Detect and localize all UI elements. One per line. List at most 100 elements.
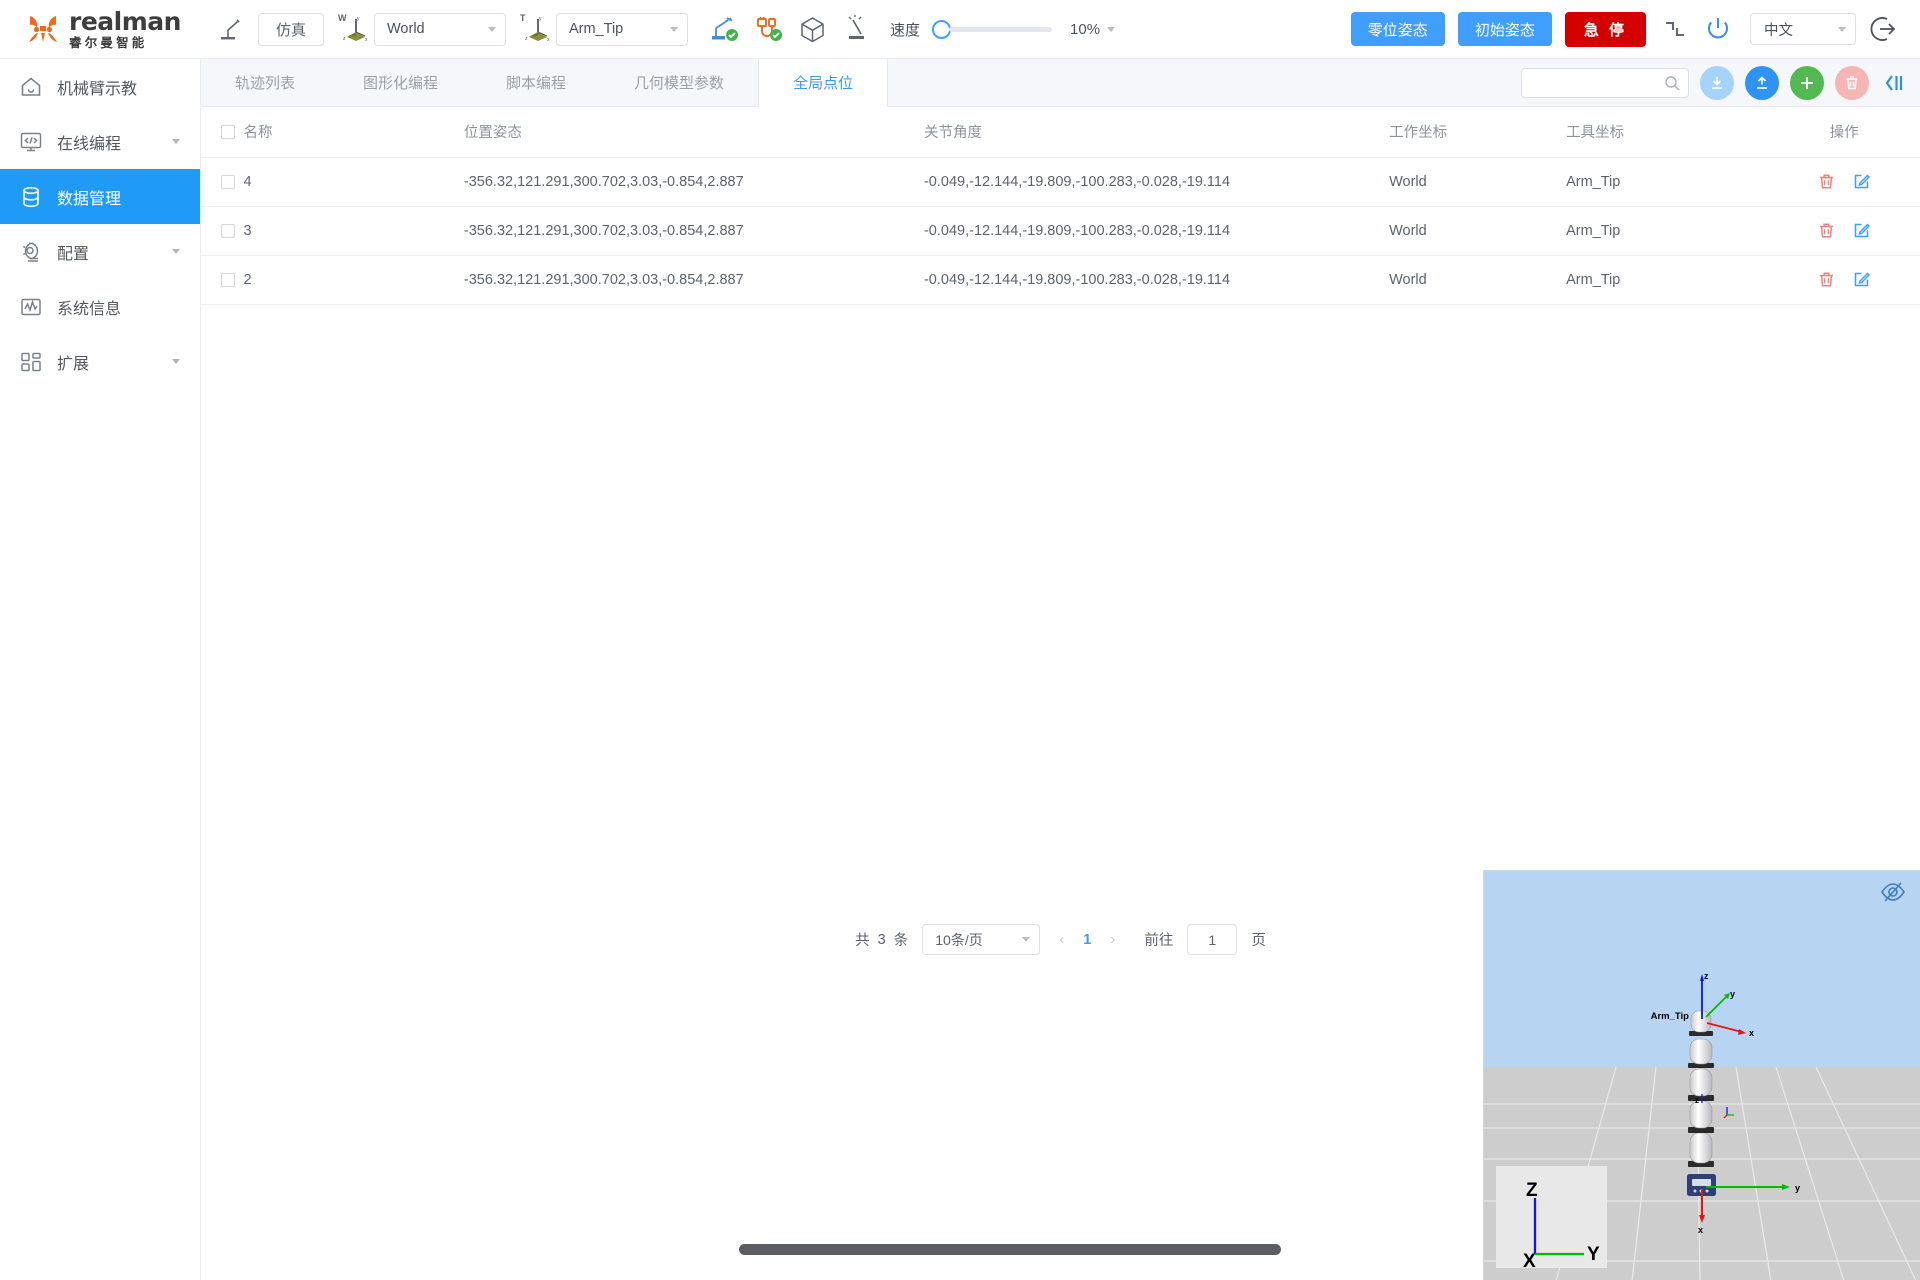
cell-operations (1768, 157, 1920, 207)
add-button[interactable] (1790, 66, 1824, 100)
speed-value-text: 10% (1070, 20, 1101, 38)
tab-graphical-programming[interactable]: 图形化编程 (329, 59, 472, 106)
chevron-down-icon (670, 26, 678, 32)
pagination-total-count: 3 (877, 931, 886, 948)
sidebar-item-data-management[interactable]: 数据管理 (0, 169, 200, 224)
table-row[interactable]: 3 -356.32,121.291,300.702,3.03,-0.854,2.… (201, 206, 1920, 256)
robot-connected-icon[interactable] (710, 15, 740, 43)
simulation-mode-button[interactable]: 仿真 (258, 12, 324, 46)
row-delete-button[interactable] (1817, 172, 1836, 191)
row-edit-button[interactable] (1852, 221, 1871, 240)
sidebar-item-extensions[interactable]: 扩展 (0, 334, 200, 389)
download-button[interactable] (1700, 66, 1734, 100)
delete-button[interactable] (1835, 66, 1869, 100)
row-checkbox[interactable] (221, 223, 235, 238)
page-number-1[interactable]: 1 (1083, 932, 1091, 948)
sidebar-label: 在线编程 (57, 135, 122, 153)
row-edit-button[interactable] (1852, 172, 1871, 191)
world-frame-axis-icon: W y z x (338, 13, 368, 42)
robot-3d-viewport[interactable]: x y z z y x Arm_Tip Z Y X (1483, 870, 1920, 1280)
tab-geometry-model-params[interactable]: 几何模型参数 (600, 59, 758, 106)
main-sidebar: 机械臂示教 在线编程 数据管理 配置 系统信息 扩展 (0, 59, 201, 1280)
th-operations: 操作 (1768, 107, 1920, 158)
speed-value-select[interactable]: 10% (1070, 20, 1116, 38)
language-select[interactable]: 中文 (1750, 13, 1856, 45)
cell-joints: -0.049,-12.144,-19.809,-100.283,-0.028,-… (923, 157, 1390, 207)
horizontal-scrollbar-thumb[interactable] (739, 1244, 1281, 1255)
chevron-down-icon (1107, 26, 1116, 32)
row-checkbox-cell (201, 157, 244, 207)
table-row[interactable]: 4 -356.32,121.291,300.702,3.03,-0.854,2.… (201, 157, 1920, 207)
cell-pose: -356.32,121.291,300.702,3.03,-0.854,2.88… (463, 206, 924, 256)
init-pose-button[interactable]: 初始姿态 (1457, 12, 1552, 46)
axis-x-label: X (1523, 1251, 1536, 1268)
tool-frame-select[interactable]: Arm_Tip (556, 12, 688, 46)
next-page-button[interactable]: › (1105, 931, 1120, 948)
speed-slider[interactable] (932, 19, 1053, 39)
row-checkbox-cell (201, 255, 244, 305)
search-icon (1665, 76, 1680, 91)
tcp-axis-y-label: y (1730, 989, 1735, 999)
plus-icon (1801, 77, 1813, 89)
sidebar-item-system-info[interactable]: 系统信息 (0, 279, 200, 334)
cell-tool-frame: Arm_Tip (1566, 157, 1769, 207)
chevron-down-icon (1022, 937, 1031, 942)
modules-icon (18, 349, 44, 375)
edit-icon (1854, 174, 1871, 189)
table-header: 名称 位置姿态 关节角度 工作坐标 工具坐标 操作 (201, 107, 1920, 158)
page-size-select[interactable]: 10条/页 (922, 924, 1041, 955)
world-frame-select[interactable]: World (374, 12, 506, 46)
tool-frame-axis-icon: T y z x (520, 13, 550, 42)
sidebar-item-configuration[interactable]: 配置 (0, 224, 200, 279)
brand-logo: realman 睿尔曼智能 (0, 9, 200, 50)
tab-trajectory-list[interactable]: 轨迹列表 (201, 59, 329, 106)
chevron-down-icon (1838, 26, 1846, 32)
chevron-down-icon (172, 249, 180, 254)
chevron-down-icon (172, 139, 180, 144)
cell-pose: -356.32,121.291,300.702,3.03,-0.854,2.88… (463, 255, 924, 305)
prev-page-button[interactable]: ‹ (1054, 931, 1069, 948)
sidebar-item-teach[interactable]: 机械臂示教 (0, 59, 200, 114)
visibility-toggle-button[interactable] (1880, 881, 1906, 908)
tool-frame-value: Arm_Tip (569, 21, 624, 37)
cable-connected-icon[interactable] (755, 15, 783, 43)
emergency-stop-button[interactable]: 急 停 (1564, 11, 1646, 47)
svg-text:z: z (525, 36, 528, 42)
row-edit-button[interactable] (1852, 270, 1871, 289)
robot-collision-icon[interactable] (842, 15, 870, 43)
brand-name-en: realman (69, 6, 181, 36)
trash-icon (1846, 76, 1858, 90)
row-delete-button[interactable] (1817, 221, 1836, 240)
th-tool-frame: 工具坐标 (1566, 107, 1769, 158)
speed-slider-track[interactable] (949, 26, 1053, 32)
tab-bar: 轨迹列表 图形化编程 脚本编程 几何模型参数 全局点位 (201, 59, 1920, 107)
tab-script-programming[interactable]: 脚本编程 (472, 59, 600, 106)
sidebar-item-online-programming[interactable]: 在线编程 (0, 114, 200, 169)
speed-label: 速度 (890, 21, 921, 39)
tab-global-points[interactable]: 全局点位 (758, 59, 889, 107)
row-checkbox[interactable] (221, 272, 235, 287)
row-delete-button[interactable] (1817, 270, 1836, 289)
sidebar-label: 数据管理 (57, 190, 122, 208)
code-monitor-icon (18, 129, 44, 155)
cell-name: 2 (243, 255, 464, 305)
collapse-panel-button[interactable] (1882, 72, 1906, 94)
select-all-checkbox[interactable] (221, 124, 235, 139)
svg-text:z: z (343, 36, 346, 42)
logout-icon[interactable] (1870, 14, 1900, 44)
teach-robot-icon (216, 15, 244, 43)
upload-button[interactable] (1745, 66, 1779, 100)
goto-page-input[interactable] (1187, 924, 1238, 955)
upload-icon (1757, 76, 1767, 89)
row-checkbox[interactable] (221, 174, 235, 189)
table-row[interactable]: 2 -356.32,121.291,300.702,3.03,-0.854,2.… (201, 255, 1920, 305)
power-icon[interactable] (1702, 13, 1734, 45)
world-frame-value: World (387, 21, 425, 37)
joint-limit-icon[interactable] (1662, 16, 1688, 42)
cube-icon[interactable] (798, 15, 827, 44)
th-work-frame: 工作坐标 (1389, 107, 1567, 158)
axis-indicator-gizmo: Z Y X (1523, 1180, 1600, 1272)
zero-pose-button[interactable]: 零位姿态 (1350, 12, 1445, 46)
search-input[interactable] (1521, 68, 1689, 98)
cell-name: 4 (243, 157, 464, 207)
